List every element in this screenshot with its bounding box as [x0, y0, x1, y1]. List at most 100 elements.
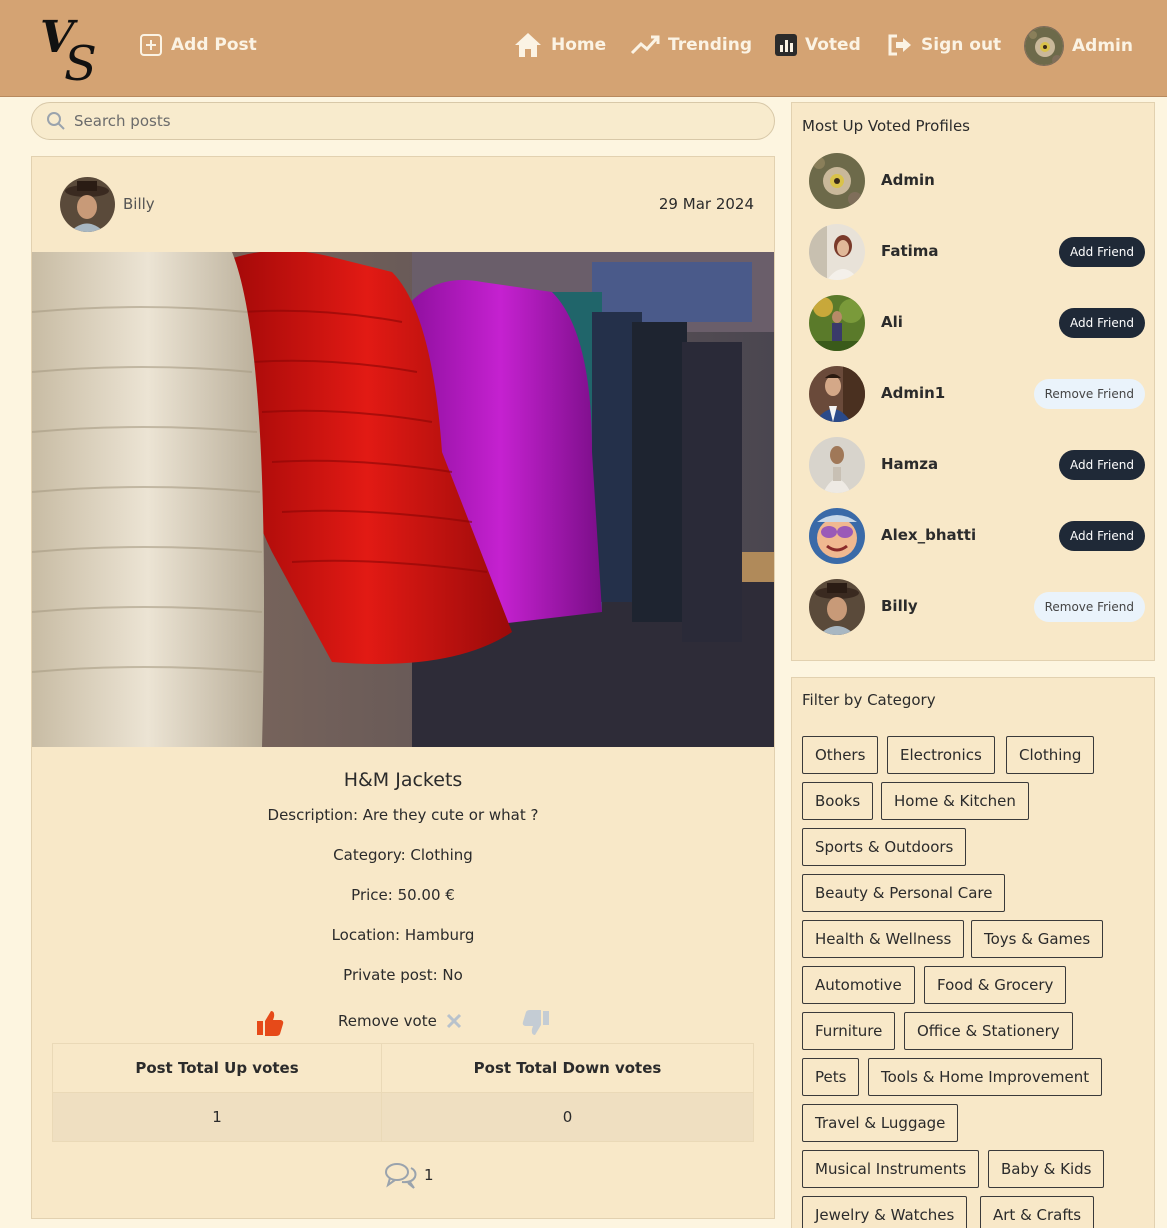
nav-sign-out[interactable]: Sign out	[887, 30, 1001, 60]
category-chip[interactable]: Jewelry & Watches	[802, 1196, 968, 1228]
thumbs-up-icon[interactable]	[255, 1009, 285, 1037]
app-logo[interactable]: V S	[38, 10, 108, 84]
profile-avatar[interactable]	[809, 508, 865, 564]
category-chip[interactable]: Pets	[802, 1058, 860, 1096]
category-chip[interactable]: Baby & Kids	[988, 1150, 1105, 1188]
profile-item[interactable]: Ali Add Friend	[809, 295, 1149, 351]
comment-count: 1	[424, 1166, 434, 1184]
post-image[interactable]	[32, 252, 774, 747]
add-friend-button[interactable]: Add Friend	[1059, 308, 1145, 338]
nav-user-name: Admin	[1072, 36, 1133, 56]
category-chip[interactable]: Others	[802, 736, 879, 774]
up-votes-header: Post Total Up votes	[52, 1043, 382, 1093]
add-friend-button[interactable]: Add Friend	[1059, 237, 1145, 267]
profile-item[interactable]: Hamza Add Friend	[809, 437, 1149, 493]
post-description: Description: Are they cute or what ?	[267, 806, 539, 824]
vote-controls: Remove vote	[32, 1007, 774, 1037]
nav-home[interactable]: Home	[513, 30, 606, 60]
close-icon	[446, 1013, 461, 1029]
category-chip[interactable]: Office & Stationery	[904, 1012, 1073, 1050]
profile-item[interactable]: Alex_bhatti Add Friend	[809, 508, 1149, 564]
category-chip[interactable]: Tools & Home Improvement	[868, 1058, 1103, 1096]
category-chip[interactable]: Health & Wellness	[802, 920, 965, 958]
profile-avatar[interactable]	[809, 224, 865, 280]
top-navbar: V S Add Post Home Trending Voted Sign ou…	[0, 0, 1167, 97]
comments-icon	[385, 1163, 417, 1189]
remove-friend-button[interactable]: Remove Friend	[1033, 379, 1145, 409]
post-header: Billy 29 Mar 2024	[32, 157, 774, 252]
nav-voted[interactable]: Voted	[775, 30, 861, 60]
category-chip[interactable]: Art & Crafts	[980, 1196, 1095, 1228]
profile-item[interactable]: Admin	[809, 153, 1149, 209]
home-icon	[515, 33, 541, 57]
profile-name[interactable]: Billy	[881, 597, 918, 615]
bar-chart-icon	[775, 34, 797, 56]
profile-item[interactable]: Fatima Add Friend	[809, 224, 1149, 280]
nav-voted-label: Voted	[805, 35, 861, 55]
svg-text:S: S	[64, 36, 97, 84]
post-price: Price: 50.00 €	[351, 886, 455, 904]
post-card: Billy 29 Mar 2024 H&M Jackets Descriptio…	[31, 156, 775, 1219]
thumbs-down-icon[interactable]	[521, 1009, 551, 1037]
nav-sign-out-label: Sign out	[921, 35, 1002, 55]
post-author-name[interactable]: Billy	[123, 195, 155, 213]
remove-vote-button[interactable]: Remove vote	[338, 1012, 463, 1030]
category-chip[interactable]: Furniture	[802, 1012, 896, 1050]
remove-friend-button[interactable]: Remove Friend	[1033, 592, 1145, 622]
sign-out-icon	[888, 34, 911, 56]
profile-name[interactable]: Fatima	[881, 242, 939, 260]
category-chip[interactable]: Toys & Games	[971, 920, 1104, 958]
post-category: Category: Clothing	[333, 846, 473, 864]
search-input[interactable]	[74, 112, 754, 130]
comments-button[interactable]: 1	[384, 1161, 434, 1189]
category-filter-title: Filter by Category	[802, 691, 936, 709]
category-chip[interactable]: Automotive	[802, 966, 915, 1004]
post-private-flag: Private post: No	[343, 966, 463, 984]
profile-avatar[interactable]	[809, 437, 865, 493]
search-icon	[47, 112, 65, 130]
post-author-avatar[interactable]	[60, 177, 115, 232]
profile-avatar[interactable]	[809, 153, 865, 209]
add-post-button[interactable]: Add Post	[139, 30, 257, 60]
add-friend-button[interactable]: Add Friend	[1059, 521, 1145, 551]
nav-user-profile[interactable]: Admin	[1024, 26, 1133, 66]
category-chip[interactable]: Musical Instruments	[802, 1150, 980, 1188]
category-chip[interactable]: Electronics	[887, 736, 995, 774]
post-date: 29 Mar 2024	[658, 195, 754, 213]
profile-avatar[interactable]	[809, 295, 865, 351]
profile-avatar[interactable]	[809, 366, 865, 422]
search-bar[interactable]	[31, 102, 775, 140]
category-chip[interactable]: Books	[802, 782, 874, 820]
up-votes-count: 1	[52, 1092, 382, 1142]
profile-avatar[interactable]	[809, 579, 865, 635]
add-post-label: Add Post	[171, 35, 257, 55]
profile-item[interactable]: Admin1 Remove Friend	[809, 366, 1149, 422]
top-profiles-title: Most Up Voted Profiles	[802, 117, 970, 135]
category-chip[interactable]: Travel & Luggage	[802, 1104, 959, 1142]
votes-table: Post Total Up votes Post Total Down vote…	[52, 1043, 754, 1142]
down-votes-count: 0	[381, 1092, 754, 1142]
plus-square-icon	[140, 34, 162, 56]
category-chip[interactable]: Home & Kitchen	[881, 782, 1029, 820]
category-chip[interactable]: Food & Grocery	[924, 966, 1067, 1004]
profile-name[interactable]: Hamza	[881, 455, 938, 473]
trending-icon	[630, 35, 660, 55]
category-chip[interactable]: Beauty & Personal Care	[802, 874, 1006, 912]
add-friend-button[interactable]: Add Friend	[1059, 450, 1145, 480]
votes-table-header: Post Total Up votes Post Total Down vote…	[52, 1043, 754, 1093]
post-location: Location: Hamburg	[331, 926, 475, 944]
category-chip[interactable]: Clothing	[1006, 736, 1095, 774]
nav-trending[interactable]: Trending	[630, 30, 752, 60]
profile-name[interactable]: Admin1	[881, 384, 945, 402]
profile-name[interactable]: Ali	[881, 313, 903, 331]
votes-table-row: 1 0	[52, 1092, 754, 1142]
category-filter-panel: Filter by Category Others Electronics Cl…	[791, 677, 1155, 1228]
top-profiles-panel: Most Up Voted Profiles Admin Fatima Add …	[791, 102, 1155, 661]
user-avatar	[1024, 26, 1064, 66]
nav-trending-label: Trending	[668, 35, 753, 55]
profile-item[interactable]: Billy Remove Friend	[809, 579, 1149, 635]
post-title: H&M Jackets	[343, 769, 463, 791]
profile-name[interactable]: Admin	[881, 171, 935, 189]
profile-name[interactable]: Alex_bhatti	[881, 526, 976, 544]
category-chip[interactable]: Sports & Outdoors	[802, 828, 967, 866]
